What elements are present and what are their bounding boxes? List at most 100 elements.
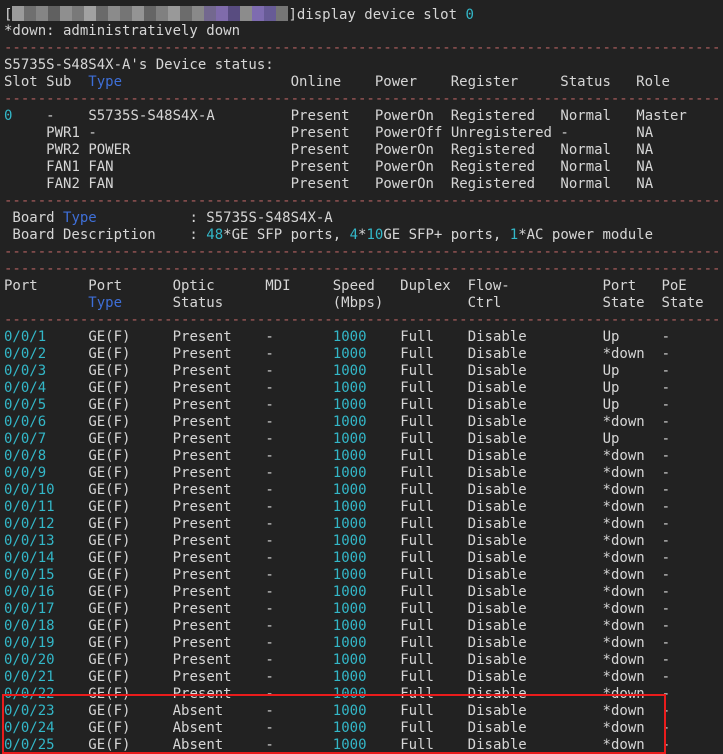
text-segment — [527, 499, 603, 515]
text-segment: *down — [603, 737, 645, 753]
text-segment: S5735S-S48S4X-A — [88, 108, 214, 124]
terminal-line: S5735S-S48S4X-A's Device status: — [4, 57, 723, 74]
terminal-line: 0 - S5735S-S48S4X-A Present PowerOn Regi… — [4, 108, 723, 125]
text-segment — [12, 108, 46, 124]
text-segment — [232, 414, 266, 430]
text-segment — [645, 567, 662, 583]
text-segment — [130, 431, 172, 447]
mosaic-block — [36, 6, 48, 21]
terminal-output[interactable]: []display device slot 0*down: administra… — [0, 0, 723, 754]
text-segment: Normal — [560, 142, 611, 158]
text-segment — [434, 159, 451, 175]
text-segment: 1000 — [333, 686, 367, 702]
text-segment: - — [265, 567, 273, 583]
text-segment: - — [265, 465, 273, 481]
text-segment: Board Description : — [4, 227, 206, 243]
mosaic-block — [216, 6, 228, 21]
text-segment: Present — [173, 363, 232, 379]
text-segment — [645, 516, 662, 532]
text-segment — [434, 703, 468, 719]
text-segment: - — [265, 669, 273, 685]
text-segment — [367, 635, 401, 651]
text-segment: 0/0/18 — [4, 618, 55, 634]
text-segment — [367, 533, 401, 549]
text-segment: - — [662, 635, 670, 651]
text-segment — [232, 618, 266, 634]
text-segment: FAN2 — [46, 176, 80, 192]
text-segment: GE SFP+ ports, — [383, 227, 509, 243]
text-segment — [130, 482, 172, 498]
text-segment: Disable — [468, 448, 527, 464]
text-segment: - — [662, 465, 670, 481]
mosaic-block — [180, 6, 192, 21]
text-segment: Present — [173, 431, 232, 447]
text-segment: GE(F) — [88, 448, 130, 464]
text-segment: *down — [603, 567, 645, 583]
text-segment: Full — [400, 584, 434, 600]
text-segment — [527, 346, 603, 362]
text-segment: 0/0/17 — [4, 601, 55, 617]
text-segment — [223, 720, 265, 736]
text-segment: 0/0/1 — [4, 329, 46, 345]
text-segment: - — [662, 669, 670, 685]
text-segment — [55, 516, 89, 532]
text-segment — [232, 550, 266, 566]
text-segment: Present — [291, 142, 350, 158]
text-segment — [223, 703, 265, 719]
text-segment — [367, 601, 401, 617]
text-segment: Disable — [468, 516, 527, 532]
text-segment: NA — [636, 176, 653, 192]
mosaic-block — [156, 6, 168, 21]
mosaic-block — [108, 6, 120, 21]
text-segment — [274, 584, 333, 600]
text-segment: - — [265, 431, 273, 447]
text-segment: GE(F) — [88, 414, 130, 430]
text-segment: 1000 — [333, 720, 367, 736]
text-segment: Full — [400, 346, 434, 362]
terminal-line: 0/0/25 GE(F) Absent - 1000 Full Disable … — [4, 737, 723, 754]
text-segment: 1000 — [333, 567, 367, 583]
text-segment: - — [662, 720, 670, 736]
text-segment: 1000 — [333, 363, 367, 379]
text-segment — [274, 431, 333, 447]
text-segment: Present — [173, 618, 232, 634]
text-segment: - — [265, 601, 273, 617]
text-segment: Present — [173, 329, 232, 345]
text-segment — [434, 584, 468, 600]
text-segment — [130, 499, 172, 515]
text-segment — [274, 720, 333, 736]
text-segment: 0/0/9 — [4, 465, 46, 481]
text-segment: 1000 — [333, 516, 367, 532]
text-segment: - — [265, 584, 273, 600]
text-segment — [434, 329, 468, 345]
text-segment: - — [662, 652, 670, 668]
text-segment — [130, 720, 172, 736]
text-segment — [442, 125, 450, 141]
text-segment — [114, 176, 291, 192]
text-segment — [434, 363, 468, 379]
text-segment: 0/0/20 — [4, 652, 55, 668]
text-segment — [350, 142, 375, 158]
text-segment: 1000 — [333, 380, 367, 396]
text-segment — [274, 601, 333, 617]
text-segment — [4, 176, 46, 192]
text-segment — [367, 465, 401, 481]
text-segment — [434, 142, 451, 158]
mosaic-block — [96, 6, 108, 21]
text-segment: Disable — [468, 737, 527, 753]
text-segment — [274, 533, 333, 549]
text-segment: Up — [603, 380, 620, 396]
text-segment: 1000 — [333, 448, 367, 464]
text-segment: Disable — [468, 567, 527, 583]
text-segment — [434, 618, 468, 634]
text-segment: PowerOff — [375, 125, 442, 141]
text-segment — [274, 550, 333, 566]
text-segment: 0/0/19 — [4, 635, 55, 651]
terminal-line: 0/0/5 GE(F) Present - 1000 Full Disable … — [4, 397, 723, 414]
text-segment: - — [265, 686, 273, 702]
text-segment: ----------------------------------------… — [4, 244, 720, 260]
text-segment: - — [662, 703, 670, 719]
text-segment: ]display device slot — [288, 7, 465, 23]
text-segment: - — [662, 363, 670, 379]
terminal-line: *down: administratively down — [4, 23, 723, 40]
